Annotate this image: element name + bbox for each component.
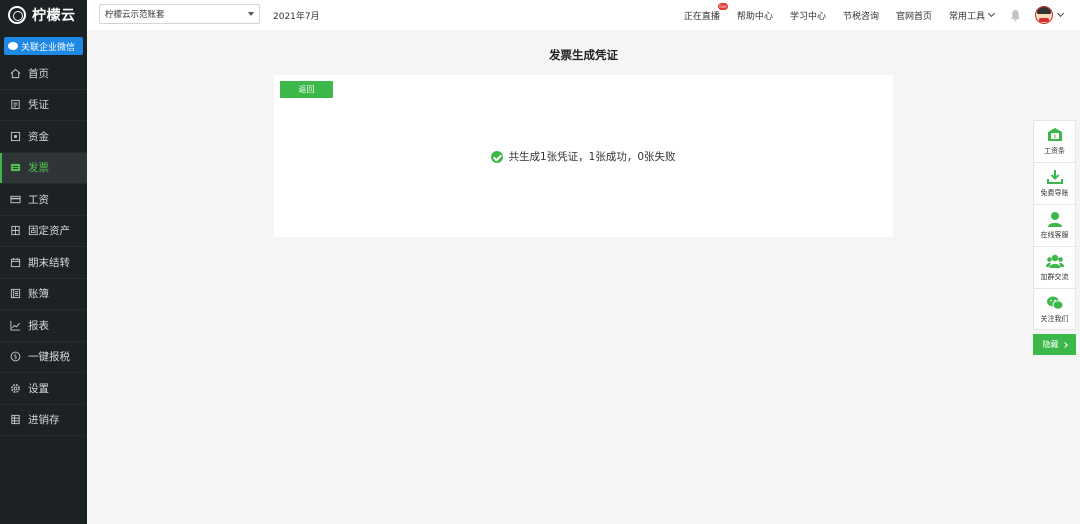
gear-icon bbox=[10, 383, 21, 394]
chevron-down-icon bbox=[987, 9, 996, 18]
sidebar-item-label: 工资 bbox=[28, 193, 49, 206]
sidebar-item-ledger[interactable]: 账簿 bbox=[0, 279, 87, 310]
float-item-label: 工资条 bbox=[1044, 147, 1065, 155]
account-set-select[interactable]: 柠檬云示范账套 bbox=[99, 4, 260, 24]
hide-button-label: 隐藏 bbox=[1042, 340, 1059, 349]
calendar-icon bbox=[10, 257, 21, 268]
sidebar-item-fund[interactable]: 资金 bbox=[0, 121, 87, 153]
brand-logo[interactable]: 柠檬云 bbox=[0, 0, 87, 30]
sidebar-item-label: 报表 bbox=[28, 319, 49, 332]
sidebar-item-fixed-assets[interactable]: 固定资产 bbox=[0, 216, 87, 247]
sidebar-item-label: 资金 bbox=[28, 130, 49, 143]
sidebar-item-home[interactable]: 首页 bbox=[0, 58, 87, 90]
result-message: 共生成1张凭证，1张成功，0张失败 bbox=[274, 149, 893, 164]
float-item-join-group[interactable]: 加群交流 bbox=[1033, 246, 1076, 288]
result-card: 返回 共生成1张凭证，1张成功，0张失败 bbox=[274, 75, 893, 237]
float-item-online-support[interactable]: 在线客服 bbox=[1033, 204, 1076, 246]
bell-icon[interactable] bbox=[1010, 9, 1021, 22]
voucher-icon bbox=[10, 99, 21, 110]
avatar[interactable] bbox=[1035, 6, 1053, 24]
sidebar-item-label: 期末结转 bbox=[28, 256, 70, 269]
sidebar-item-period-close[interactable]: 期末结转 bbox=[0, 247, 87, 279]
chevron-down-icon[interactable] bbox=[1056, 9, 1065, 18]
top-link-help[interactable]: 帮助中心 bbox=[737, 9, 773, 22]
sidebar-item-settings[interactable]: 设置 bbox=[0, 373, 87, 405]
wechat-button-label: 关联企业微信 bbox=[21, 42, 76, 53]
fund-icon bbox=[10, 131, 21, 142]
sidebar-item-label: 首页 bbox=[28, 67, 49, 80]
float-item-payslip[interactable]: ¥ 工资条 bbox=[1033, 120, 1076, 162]
float-item-label: 免费导账 bbox=[1040, 189, 1069, 197]
sidebar: 柠檬云 关联企业微信 首页 凭证 资金 发票 工资 固定资产 期末结转 账簿 报… bbox=[0, 0, 87, 524]
float-item-label: 关注我们 bbox=[1040, 314, 1069, 323]
link-wechat-work-button[interactable]: 关联企业微信 bbox=[4, 37, 83, 55]
support-icon bbox=[1046, 211, 1064, 227]
svg-text:$: $ bbox=[14, 354, 18, 361]
sidebar-item-inventory[interactable]: 进销存 bbox=[0, 405, 87, 436]
common-tools-menu[interactable]: 常用工具 bbox=[948, 9, 996, 22]
floating-tools: ¥ 工资条 免费导账 在线客服 加群交流 关注我们 隐藏 bbox=[1033, 120, 1076, 355]
live-badge: live bbox=[717, 2, 728, 10]
asset-icon bbox=[10, 225, 21, 236]
payslip-icon: ¥ bbox=[1046, 127, 1064, 143]
download-icon bbox=[1046, 169, 1064, 185]
sidebar-item-label: 发票 bbox=[28, 162, 49, 175]
top-link-tax-consult[interactable]: 节税咨询 bbox=[843, 9, 879, 22]
float-item-label: 在线客服 bbox=[1040, 231, 1069, 239]
sidebar-item-voucher[interactable]: 凭证 bbox=[0, 90, 87, 121]
top-link-live[interactable]: 正在直播 live bbox=[683, 2, 728, 22]
lemon-logo-icon bbox=[8, 6, 26, 24]
float-item-free-import[interactable]: 免费导账 bbox=[1033, 162, 1076, 204]
float-item-follow-us[interactable]: 关注我们 bbox=[1033, 288, 1076, 330]
sidebar-item-label: 固定资产 bbox=[28, 225, 70, 238]
top-nav: 正在直播 live 帮助中心 学习中心 节税咨询 官网首页 常用工具 bbox=[683, 0, 1065, 30]
chart-icon bbox=[10, 320, 21, 331]
top-link-label: 常用工具 bbox=[948, 11, 985, 22]
home-icon bbox=[10, 68, 21, 79]
back-button[interactable]: 返回 bbox=[280, 81, 333, 98]
svg-text:¥: ¥ bbox=[1053, 134, 1056, 140]
caret-down-icon bbox=[248, 12, 254, 16]
wechat-icon bbox=[1046, 295, 1064, 311]
success-check-icon bbox=[491, 150, 504, 163]
hide-button[interactable]: 隐藏 bbox=[1033, 334, 1076, 355]
result-text: 共生成1张凭证，1张成功，0张失败 bbox=[508, 151, 676, 163]
sidebar-item-label: 一键报税 bbox=[28, 351, 70, 364]
sidebar-nav: 首页 凭证 资金 发票 工资 固定资产 期末结转 账簿 报表 $ 一键报税 设置… bbox=[0, 58, 87, 436]
chevron-right-icon bbox=[1061, 341, 1068, 348]
top-bar: 柠檬云示范账套 2021年7月 正在直播 live 帮助中心 学习中心 节税咨询… bbox=[87, 0, 1080, 30]
top-link-official-site[interactable]: 官网首页 bbox=[896, 9, 932, 22]
sidebar-item-one-click-tax[interactable]: $ 一键报税 bbox=[0, 342, 87, 373]
tax-icon: $ bbox=[10, 351, 21, 362]
float-item-label: 加群交流 bbox=[1040, 273, 1069, 281]
ledger-icon bbox=[10, 288, 21, 299]
inventory-icon bbox=[10, 414, 21, 425]
top-link-label: 正在直播 bbox=[683, 11, 720, 22]
sidebar-item-label: 设置 bbox=[28, 382, 49, 395]
group-icon bbox=[1045, 253, 1064, 269]
account-set-value: 柠檬云示范账套 bbox=[105, 10, 165, 20]
sidebar-item-salary[interactable]: 工资 bbox=[0, 184, 87, 216]
sidebar-item-reports[interactable]: 报表 bbox=[0, 310, 87, 342]
sidebar-item-invoice[interactable]: 发票 bbox=[0, 152, 87, 184]
brand-name: 柠檬云 bbox=[32, 8, 76, 24]
sidebar-item-label: 账簿 bbox=[28, 288, 49, 301]
sidebar-item-label: 凭证 bbox=[28, 99, 49, 112]
sidebar-item-label: 进销存 bbox=[28, 414, 60, 427]
page-title: 发票生成凭证 bbox=[549, 48, 618, 62]
invoice-icon bbox=[10, 162, 21, 173]
accounting-period[interactable]: 2021年7月 bbox=[273, 9, 320, 22]
salary-icon bbox=[10, 194, 21, 205]
chat-bubble-icon bbox=[8, 42, 18, 50]
top-link-learning[interactable]: 学习中心 bbox=[790, 9, 826, 22]
